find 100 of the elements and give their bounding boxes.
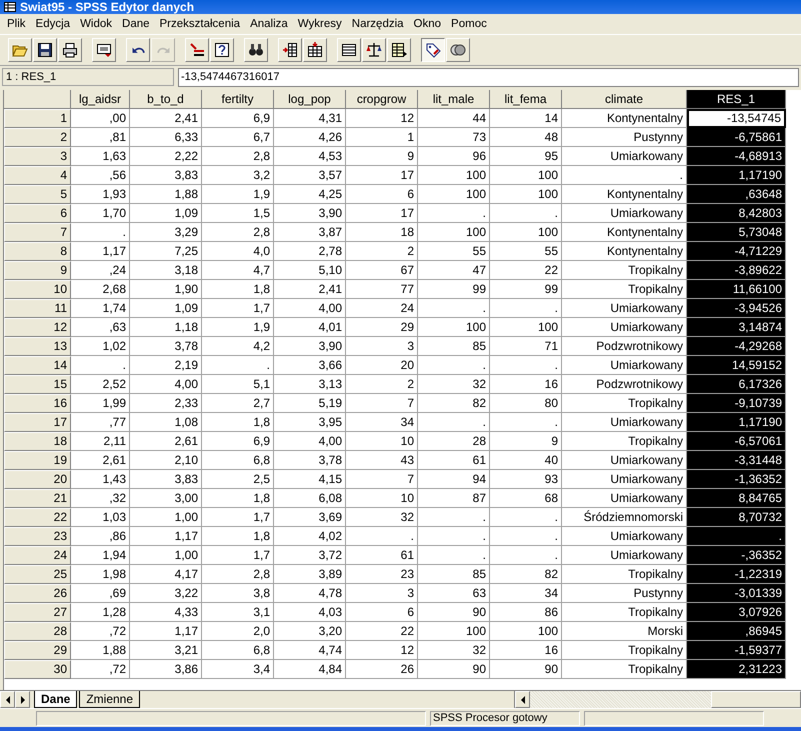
scroll-left-button[interactable] xyxy=(515,691,530,708)
table-cell: 6,9 xyxy=(202,109,274,128)
row-number[interactable]: 27 xyxy=(4,603,71,622)
row-number[interactable]: 15 xyxy=(4,375,71,394)
table-cell: . xyxy=(202,356,274,375)
table-cell: -6,57061 xyxy=(687,432,786,451)
row-number[interactable]: 22 xyxy=(4,508,71,527)
menu-item[interactable]: Plik xyxy=(2,18,31,30)
row-number[interactable]: 1 xyxy=(4,109,71,128)
row-number[interactable]: 24 xyxy=(4,546,71,565)
row-number[interactable]: 20 xyxy=(4,470,71,489)
row-number[interactable]: 21 xyxy=(4,489,71,508)
row-number[interactable]: 3 xyxy=(4,147,71,166)
table-cell: 100 xyxy=(418,622,490,641)
row-number[interactable]: 30 xyxy=(4,660,71,679)
column-header[interactable]: lit_fema xyxy=(490,90,562,109)
row-number[interactable]: 18 xyxy=(4,432,71,451)
table-cell: 2,19 xyxy=(130,356,202,375)
scroll-left-button[interactable] xyxy=(0,691,15,708)
toolbar-button[interactable] xyxy=(421,38,445,62)
row-number[interactable]: 29 xyxy=(4,641,71,660)
table-cell: -3,31448 xyxy=(687,451,786,470)
select-cases-icon xyxy=(391,42,407,58)
cell-value-field[interactable]: -13,5474467316017 xyxy=(178,68,799,86)
column-header[interactable]: fertilty xyxy=(202,90,274,109)
row-number[interactable]: 2 xyxy=(4,128,71,147)
menu-item[interactable]: Przekształcenia xyxy=(154,18,246,30)
table-cell: . xyxy=(418,204,490,223)
menu-item[interactable]: Dane xyxy=(117,18,155,30)
row-number[interactable]: 6 xyxy=(4,204,71,223)
table-cell: 100 xyxy=(418,318,490,337)
table-cell: 11,66100 xyxy=(687,280,786,299)
sheet-tab[interactable]: Zmienne xyxy=(79,691,140,708)
grid-corner[interactable] xyxy=(4,90,71,109)
scroll-right-button[interactable] xyxy=(15,691,30,708)
table-cell: 3,21 xyxy=(130,641,202,660)
table-cell: 1,17 xyxy=(71,242,130,261)
undo-icon xyxy=(132,46,144,54)
table-cell: . xyxy=(490,299,562,318)
table-cell: 1,7 xyxy=(202,508,274,527)
horizontal-scrollbar[interactable] xyxy=(514,691,801,708)
row-number[interactable]: 14 xyxy=(4,356,71,375)
column-header[interactable]: b_to_d xyxy=(130,90,202,109)
row-number[interactable]: 26 xyxy=(4,584,71,603)
left-arrow-icon xyxy=(520,696,526,704)
row-number[interactable]: 23 xyxy=(4,527,71,546)
row-number[interactable]: 17 xyxy=(4,413,71,432)
menu-item[interactable]: Okno xyxy=(408,18,446,30)
column-header[interactable]: cropgrow xyxy=(346,90,418,109)
row-number[interactable]: 11 xyxy=(4,299,71,318)
table-cell: 16 xyxy=(490,641,562,660)
row-number[interactable]: 13 xyxy=(4,337,71,356)
table-cell: 4,00 xyxy=(274,299,346,318)
table-cell: 2,22 xyxy=(130,147,202,166)
row-number[interactable]: 10 xyxy=(4,280,71,299)
column-header[interactable]: lit_male xyxy=(418,90,490,109)
menu-item[interactable]: Pomoc xyxy=(446,18,492,30)
table-cell: 3,83 xyxy=(130,166,202,185)
table-cell: 4,00 xyxy=(274,432,346,451)
menu-item[interactable]: Edycja xyxy=(30,18,76,30)
table-cell: 4,33 xyxy=(130,603,202,622)
row-number[interactable]: 9 xyxy=(4,261,71,280)
table-cell: 48 xyxy=(490,128,562,147)
row-number[interactable]: 12 xyxy=(4,318,71,337)
table-cell: 10 xyxy=(346,489,418,508)
table-cell: ,81 xyxy=(71,128,130,147)
table-cell: . xyxy=(346,527,418,546)
table-cell: 6,17326 xyxy=(687,375,786,394)
table-cell: 5,10 xyxy=(274,261,346,280)
table-cell: 4,15 xyxy=(274,470,346,489)
status-text: SPSS Procesor gotowy xyxy=(430,710,580,726)
table-cell: . xyxy=(418,527,490,546)
row-number[interactable]: 5 xyxy=(4,185,71,204)
table-cell: 3,69 xyxy=(274,508,346,527)
menu-item[interactable]: Wykresy xyxy=(292,18,347,30)
table-cell: -9,10739 xyxy=(687,394,786,413)
row-number[interactable]: 4 xyxy=(4,166,71,185)
column-header[interactable]: log_pop xyxy=(274,90,346,109)
menu-item[interactable]: Analiza xyxy=(245,18,293,30)
table-cell: 100 xyxy=(490,166,562,185)
row-number[interactable]: 19 xyxy=(4,451,71,470)
row-number[interactable]: 25 xyxy=(4,565,71,584)
row-number[interactable]: 7 xyxy=(4,223,71,242)
table-cell: 1,17190 xyxy=(687,166,786,185)
menu-item[interactable]: Narzędzia xyxy=(346,18,409,30)
sheet-tab[interactable]: Dane xyxy=(34,691,78,708)
menu-item[interactable]: Widok xyxy=(75,18,118,30)
column-header[interactable]: RES_1 xyxy=(687,90,786,109)
table-cell: 85 xyxy=(418,565,490,584)
table-cell: 82 xyxy=(490,565,562,584)
column-header[interactable]: lg_aidsr xyxy=(71,90,130,109)
row-number[interactable]: 8 xyxy=(4,242,71,261)
table-cell: 2,5 xyxy=(202,470,274,489)
column-header[interactable]: climate xyxy=(562,90,687,109)
table-cell: ,00 xyxy=(71,109,130,128)
scroll-thumb[interactable] xyxy=(711,691,801,708)
table-cell: 1,8 xyxy=(202,280,274,299)
row-number[interactable]: 28 xyxy=(4,622,71,641)
table-cell: -3,89622 xyxy=(687,261,786,280)
row-number[interactable]: 16 xyxy=(4,394,71,413)
